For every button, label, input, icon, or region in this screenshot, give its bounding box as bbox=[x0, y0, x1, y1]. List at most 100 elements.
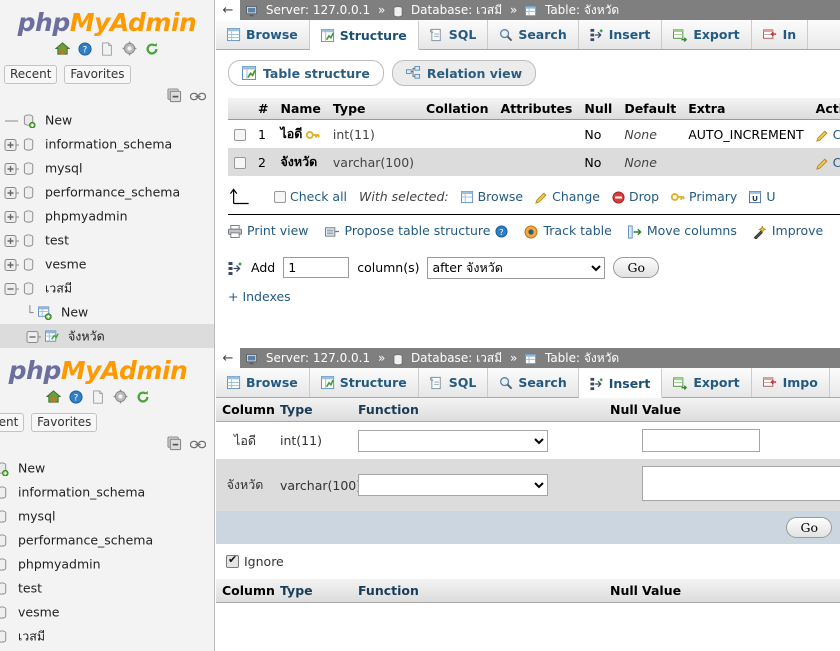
tree-item-phpmyadmin[interactable]: phpmyadmin bbox=[0, 552, 214, 576]
tree-item-vesme-thai[interactable]: เวสมี bbox=[0, 276, 214, 300]
tab-browse[interactable]: Browse bbox=[216, 368, 310, 397]
tree-item-information-schema[interactable]: information_schema bbox=[0, 132, 214, 156]
table-row[interactable]: 1 ไอดี int(11) No None AUTO_INCREMENT Ch… bbox=[228, 119, 840, 148]
phpmyadmin-logo[interactable]: phpMyAdmin bbox=[0, 348, 214, 387]
function-select[interactable] bbox=[358, 474, 548, 496]
expander-plus-icon[interactable] bbox=[4, 181, 19, 205]
expander-minus-icon[interactable] bbox=[26, 325, 41, 349]
tree-item-test[interactable]: test bbox=[0, 576, 214, 600]
row-checkbox-cell[interactable] bbox=[228, 148, 252, 176]
tree-item-mysql[interactable]: mysql bbox=[0, 504, 214, 528]
expander-minus-icon[interactable] bbox=[4, 277, 19, 301]
breadcrumb-database-value[interactable]: เวสมี bbox=[476, 351, 502, 365]
tab-structure[interactable]: Structure bbox=[309, 21, 419, 50]
breadcrumb-table-value[interactable]: จังหวัด bbox=[584, 351, 619, 365]
row-checkbox-cell[interactable] bbox=[228, 119, 252, 148]
ignore-checkbox[interactable] bbox=[226, 553, 239, 568]
tab-structure[interactable]: Structure bbox=[309, 368, 419, 397]
back-button[interactable]: ← bbox=[216, 348, 240, 368]
docs-icon[interactable] bbox=[100, 41, 114, 56]
check-all-label[interactable]: Check all bbox=[290, 189, 347, 204]
breadcrumb-server-value[interactable]: 127.0.0.1 bbox=[313, 351, 370, 365]
col-header-type[interactable]: Type bbox=[326, 98, 421, 120]
home-icon[interactable] bbox=[55, 41, 71, 56]
propose-structure-link[interactable]: Propose table structure ? bbox=[324, 223, 509, 238]
back-button[interactable]: ← bbox=[216, 0, 240, 20]
home-icon[interactable] bbox=[46, 389, 62, 404]
col-header-null[interactable]: Null bbox=[578, 98, 619, 120]
breadcrumb-table-value[interactable]: จังหวัด bbox=[584, 3, 619, 17]
docs-icon[interactable] bbox=[91, 389, 105, 404]
tree-item-vesme-thai[interactable]: เวสมี bbox=[0, 624, 214, 648]
link-with-main-panel-icon[interactable] bbox=[190, 437, 206, 451]
tree-item-new-table[interactable]: └ New bbox=[0, 300, 214, 324]
row-checkbox[interactable] bbox=[234, 128, 246, 141]
tree-item-new-database[interactable]: New bbox=[0, 108, 214, 132]
collapse-all-icon[interactable] bbox=[167, 436, 182, 451]
expander-plus-icon[interactable] bbox=[4, 205, 19, 229]
tree-item-vesme[interactable]: vesme bbox=[0, 600, 214, 624]
ignore-row[interactable]: Ignore bbox=[216, 544, 840, 579]
collapse-all-icon[interactable] bbox=[167, 88, 182, 103]
recent-button[interactable]: Recent bbox=[4, 65, 58, 84]
help-icon[interactable]: ? bbox=[495, 223, 509, 238]
tab-import[interactable]: Impo bbox=[751, 368, 830, 397]
tree-item-test[interactable]: test bbox=[0, 228, 214, 252]
check-all-checkbox[interactable] bbox=[274, 190, 286, 203]
col-header-name[interactable]: Name bbox=[274, 98, 327, 120]
tree-item-mysql[interactable]: mysql bbox=[0, 156, 214, 180]
tree-item-performance-schema[interactable]: performance_schema bbox=[0, 180, 214, 204]
breadcrumb-server-value[interactable]: 127.0.0.1 bbox=[313, 3, 370, 17]
favorites-button[interactable]: Favorites bbox=[31, 413, 98, 432]
tab-search[interactable]: Search bbox=[488, 368, 579, 397]
tree-item-new-database[interactable]: New bbox=[0, 456, 214, 480]
select-all-arrow-icon[interactable] bbox=[228, 186, 262, 206]
settings-icon[interactable] bbox=[113, 389, 128, 404]
phpmyadmin-logo[interactable]: phpMyAdmin bbox=[0, 0, 214, 39]
col-header-default[interactable]: Default bbox=[618, 98, 683, 120]
print-view-link[interactable]: Print view bbox=[228, 223, 309, 239]
with-selected-change[interactable]: Change bbox=[535, 189, 600, 204]
row-change-link[interactable]: Change bbox=[833, 127, 840, 142]
tab-insert[interactable]: Insert bbox=[578, 369, 663, 398]
move-columns-link[interactable]: Move columns bbox=[627, 223, 737, 239]
tab-export[interactable]: Export bbox=[662, 368, 752, 397]
help-icon[interactable]: ? bbox=[78, 41, 92, 56]
value-input[interactable] bbox=[642, 429, 760, 452]
add-column-go-button[interactable]: Go bbox=[613, 257, 659, 278]
expander-plus-icon[interactable] bbox=[4, 229, 19, 253]
add-column-position-select[interactable]: after จังหวัด bbox=[427, 256, 606, 279]
expander-plus-icon[interactable] bbox=[4, 133, 19, 157]
track-table-link[interactable]: Track table bbox=[524, 223, 612, 239]
breadcrumb-database-value[interactable]: เวสมี bbox=[476, 3, 502, 17]
favorites-button[interactable]: Favorites bbox=[64, 65, 131, 84]
tab-search[interactable]: Search bbox=[488, 20, 579, 49]
row-change-link[interactable]: Change bbox=[833, 155, 840, 170]
tree-item-phpmyadmin[interactable]: phpmyadmin bbox=[0, 204, 214, 228]
row-checkbox[interactable] bbox=[234, 156, 246, 169]
indexes-toggle-link[interactable]: + Indexes bbox=[228, 283, 840, 304]
tree-item-information-schema[interactable]: information_schema bbox=[0, 480, 214, 504]
subtab-relation-view[interactable]: Relation view bbox=[391, 60, 537, 86]
subtab-table-structure[interactable]: Table structure bbox=[228, 60, 384, 86]
tab-insert[interactable]: Insert bbox=[578, 20, 663, 49]
tab-browse[interactable]: Browse bbox=[216, 20, 310, 49]
col-header-collation[interactable]: Collation bbox=[420, 98, 495, 120]
tree-item-table-changwat[interactable]: จังหวัด bbox=[0, 324, 214, 348]
tab-export[interactable]: Export bbox=[662, 20, 752, 49]
value-textarea[interactable] bbox=[642, 466, 840, 501]
expander-plus-icon[interactable] bbox=[4, 253, 19, 277]
with-selected-primary[interactable]: Primary bbox=[671, 189, 737, 204]
link-with-main-panel-icon[interactable] bbox=[190, 89, 206, 103]
table-row[interactable]: 2 จังหวัด varchar(100) No None Change bbox=[228, 148, 840, 176]
tree-item-vesme[interactable]: vesme bbox=[0, 252, 214, 276]
add-column-count-input[interactable] bbox=[283, 257, 350, 278]
tree-item-performance-schema[interactable]: performance_schema bbox=[0, 528, 214, 552]
col-header-attributes[interactable]: Attributes bbox=[494, 98, 579, 120]
with-selected-unique[interactable]: U U bbox=[749, 189, 775, 204]
help-icon[interactable]: ? bbox=[69, 389, 83, 404]
check-all-wrap[interactable]: Check all bbox=[274, 189, 347, 204]
with-selected-drop[interactable]: Drop bbox=[612, 189, 659, 204]
settings-icon[interactable] bbox=[122, 41, 137, 56]
recent-button[interactable]: cent bbox=[0, 413, 25, 432]
